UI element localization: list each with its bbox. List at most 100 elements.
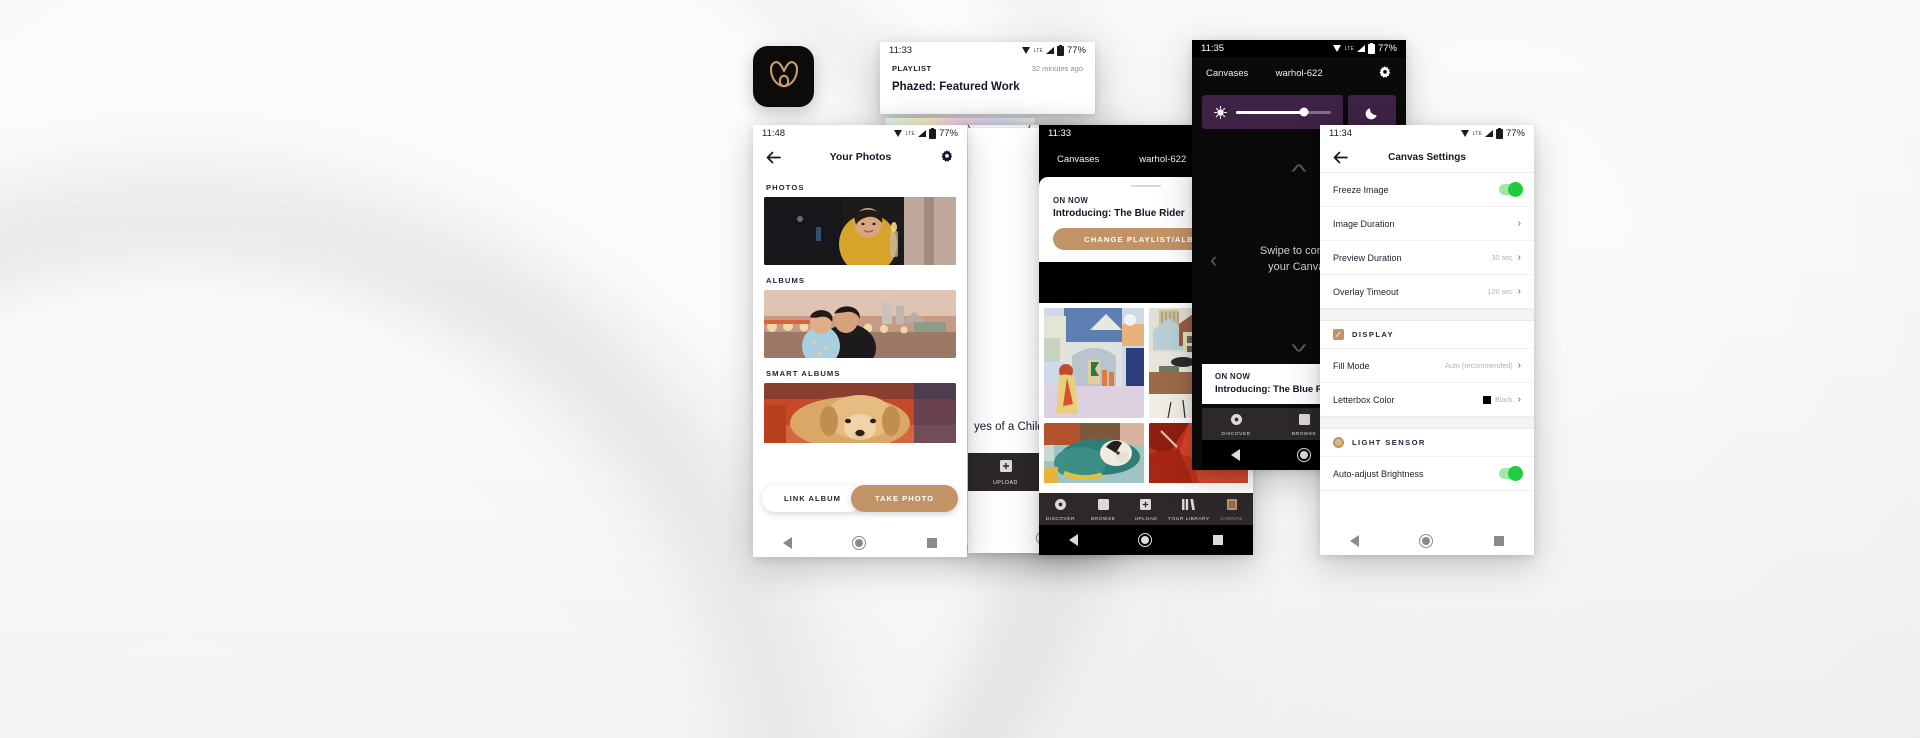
tab-discover[interactable]: DISCOVER xyxy=(1202,412,1270,437)
tab-your-library[interactable]: YOUR LIBRARY xyxy=(1167,497,1210,522)
page-title: Your Photos xyxy=(829,151,892,163)
setting-row-freeze-image[interactable]: Freeze Image xyxy=(1320,173,1534,207)
tab-browse[interactable]: BROWSE xyxy=(1082,497,1125,522)
setting-value-group: Auto (recommended) › xyxy=(1445,360,1521,371)
light-sensor-circle-icon xyxy=(1333,437,1344,448)
status-bar: 11:34 LTE 77% xyxy=(1320,125,1534,142)
setting-label: Auto-adjust Brightness xyxy=(1333,468,1424,479)
photos-action-row: LINK ALBUM TAKE PHOTO xyxy=(753,485,967,512)
recents-button-icon[interactable] xyxy=(1493,536,1504,546)
freeze-image-toggle[interactable] xyxy=(1499,182,1523,197)
home-button-icon[interactable] xyxy=(852,536,867,550)
plus-square-icon xyxy=(1140,498,1152,510)
link-album-button[interactable]: LINK ALBUM xyxy=(761,485,863,512)
gear-icon[interactable] xyxy=(940,150,954,164)
back-button-icon[interactable] xyxy=(783,537,793,549)
back-arrow-icon[interactable] xyxy=(766,151,781,164)
lte-label: LTE xyxy=(1033,47,1043,54)
setting-row-fill-mode[interactable]: Fill Mode Auto (recommended) › xyxy=(1320,349,1534,383)
library-title-fragment: yes of a Child xyxy=(974,421,1044,433)
photo-thumbnail-smart-albums[interactable] xyxy=(764,383,956,451)
status-bar: 11:35 LTE 77% xyxy=(1192,40,1406,57)
notification-kind: PLAYLIST xyxy=(892,64,932,73)
slider-track[interactable] xyxy=(1236,107,1331,117)
section-divider xyxy=(1320,417,1534,429)
tab-canvas[interactable]: CANVAS xyxy=(1210,497,1253,522)
signal-icon xyxy=(1484,130,1493,137)
lte-label: LTE xyxy=(905,130,915,137)
battery-icon xyxy=(928,127,936,139)
battery-icon xyxy=(1495,127,1503,139)
back-button-icon[interactable] xyxy=(1230,449,1240,461)
home-button-icon[interactable] xyxy=(1138,533,1153,547)
app-bar: Canvas Settings xyxy=(1320,142,1534,173)
status-icons: LTE 77% xyxy=(893,127,958,139)
chevron-right-icon: › xyxy=(1517,218,1521,229)
notification-title: Phazed: Featured Work xyxy=(892,81,1020,93)
home-button-icon[interactable] xyxy=(1419,534,1434,548)
golden-retriever-image xyxy=(764,383,956,449)
setting-value-group: Black › xyxy=(1483,394,1521,405)
slider-knob[interactable] xyxy=(1299,107,1309,117)
sheet-grabber[interactable] xyxy=(1131,185,1161,187)
section-header-light-sensor: LIGHT SENSOR xyxy=(1320,429,1534,457)
setting-row-letterbox-color[interactable]: Letterbox Color Black › xyxy=(1320,383,1534,417)
your-photos-phone: 11:48 LTE 77% Your Photos PHOTOS ALBUMS … xyxy=(753,125,967,557)
section-label-albums: ALBUMS xyxy=(766,276,806,285)
night-mode-button[interactable] xyxy=(1348,95,1396,129)
recents-button-icon[interactable] xyxy=(1212,535,1223,545)
setting-value: Black xyxy=(1495,395,1513,404)
setting-row-auto-adjust-brightness[interactable]: Auto-adjust Brightness xyxy=(1320,457,1534,491)
canvases-link[interactable]: Canvases xyxy=(1057,154,1099,165)
chevron-left-icon[interactable]: ‹ xyxy=(1210,249,1217,271)
status-bar: 11:48 LTE 77% xyxy=(753,125,967,142)
signal-icon xyxy=(917,130,926,137)
lte-label: LTE xyxy=(1344,45,1354,52)
signal-icon xyxy=(1356,45,1365,52)
photo-thumbnail-photos[interactable] xyxy=(764,197,956,265)
wifi-icon xyxy=(1460,130,1470,137)
setting-row-image-duration[interactable]: Image Duration › xyxy=(1320,207,1534,241)
notification-meta: PLAYLIST 32 minutes ago xyxy=(892,64,1083,73)
tab-upload[interactable]: UPLOAD xyxy=(968,459,1043,486)
phazed-app-icon[interactable] xyxy=(753,46,814,107)
take-photo-button[interactable]: TAKE PHOTO xyxy=(850,485,959,512)
chevron-up-icon[interactable]: ^ xyxy=(1291,163,1306,182)
canvas-tab-bar[interactable]: DISCOVER BROWSE UPLOAD YOUR LIBRARY CANV… xyxy=(1039,493,1253,525)
setting-label: Freeze Image xyxy=(1333,184,1389,195)
status-time: 11:48 xyxy=(762,128,786,139)
back-button-icon[interactable] xyxy=(1069,534,1079,546)
setting-row-overlay-timeout[interactable]: Overlay Timeout 120 sec › xyxy=(1320,275,1534,309)
photo-thumbnail-albums[interactable] xyxy=(764,290,956,358)
android-nav-bar[interactable] xyxy=(1039,525,1253,555)
wifi-icon xyxy=(893,130,903,137)
phazed-logo-icon xyxy=(769,60,798,87)
tab-discover[interactable]: DISCOVER xyxy=(1039,497,1082,522)
brightness-slider[interactable] xyxy=(1202,95,1343,129)
status-icons: LTE 77% xyxy=(1332,42,1397,54)
setting-value: 120 sec xyxy=(1487,287,1513,296)
recents-button-icon[interactable] xyxy=(926,538,937,548)
tab-label: DISCOVER xyxy=(1221,431,1251,437)
canvases-link[interactable]: Canvases xyxy=(1206,68,1248,79)
notification-card[interactable]: 11:33 LTE 77% PLAYLIST 32 minutes ago Ph… xyxy=(880,42,1095,114)
android-nav-bar[interactable] xyxy=(1320,527,1534,555)
artwork-cell[interactable] xyxy=(1044,423,1144,488)
artwork-cell[interactable] xyxy=(1044,308,1144,418)
back-button-icon[interactable] xyxy=(1350,535,1360,547)
home-button-icon[interactable] xyxy=(1296,448,1311,462)
brightness-sun-icon xyxy=(1214,105,1227,119)
auto-adjust-brightness-toggle[interactable] xyxy=(1499,466,1523,481)
android-nav-bar[interactable] xyxy=(753,529,967,557)
setting-value: 30 sec xyxy=(1491,253,1513,262)
device-name: warhol-622 xyxy=(1275,67,1323,79)
canvas-frame-icon xyxy=(1226,498,1237,510)
battery-percent: 77% xyxy=(1377,43,1397,54)
status-time: 11:35 xyxy=(1201,43,1225,54)
setting-label: Fill Mode xyxy=(1333,360,1370,371)
setting-row-preview-duration[interactable]: Preview Duration 30 sec › xyxy=(1320,241,1534,275)
gear-icon[interactable] xyxy=(1378,66,1392,80)
chevron-down-icon[interactable]: ^ xyxy=(1291,333,1306,354)
battery-percent: 77% xyxy=(1066,45,1086,56)
tab-upload[interactable]: UPLOAD xyxy=(1125,497,1168,522)
